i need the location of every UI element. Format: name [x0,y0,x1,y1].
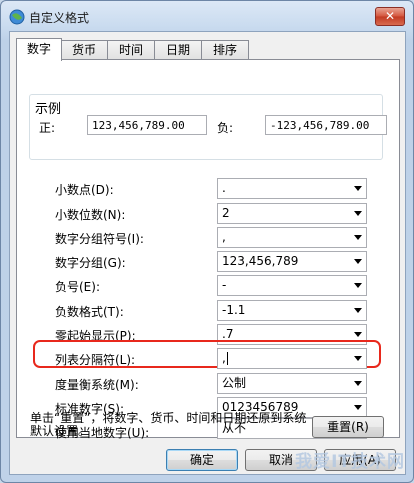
tab-currency[interactable]: 货币 [60,40,108,59]
chevron-down-icon[interactable] [354,405,362,410]
title-bar[interactable]: 自定义格式 ✕ [1,1,413,31]
list-separator-value[interactable]: , [222,349,226,368]
chevron-down-icon[interactable] [354,235,362,240]
decimal-symbol-combo[interactable]: . [217,178,367,199]
chevron-down-icon[interactable] [354,283,362,288]
watermark: 我爱IT技术网 [295,452,405,472]
chevron-down-icon[interactable] [354,381,362,386]
negative-format-label: 负数格式(T): [55,305,124,319]
chevron-down-icon[interactable] [354,186,362,191]
ok-button[interactable]: 确定 [166,449,238,471]
digit-grouping-symbol-label: 数字分组符号(I): [55,232,144,246]
text-caret [226,352,228,365]
decimal-digits-combo[interactable]: 2 [217,203,367,224]
dialog-window: 自定义格式 ✕ 数字 货币 时间 日期 排序 示例 正: 123,456,789… [0,0,414,483]
decimal-symbol-label: 小数点(D): [55,183,114,197]
digit-grouping-label: 数字分组(G): [55,256,126,270]
tab-sort[interactable]: 排序 [201,40,249,59]
negative-format-value: -1.1 [222,303,246,317]
negative-format-combo[interactable]: -1.1 [217,300,367,321]
negative-sign-combo[interactable]: - [217,275,367,296]
negative-label: 负: [217,121,234,135]
positive-sample-field: 123,456,789.00 [87,115,207,135]
chevron-down-icon[interactable] [354,259,362,264]
chevron-down-icon[interactable] [354,356,362,361]
tab-time[interactable]: 时间 [107,40,155,59]
chevron-down-icon[interactable] [354,332,362,337]
reset-note: 单击“重置”，将数字、货币、时间和日期还原到系统默认设置。 [30,411,307,438]
negative-sign-value: - [222,278,227,292]
decimal-digits-label: 小数位数(N): [55,208,126,222]
close-button[interactable]: ✕ [375,7,405,26]
digit-grouping-value: 123,456,789 [222,254,299,268]
list-separator-label: 列表分隔符(L): [55,353,136,367]
chevron-down-icon[interactable] [354,211,362,216]
window-title: 自定义格式 [29,11,90,25]
digit-grouping-symbol-value: , [222,230,226,244]
decimal-digits-value: 2 [222,206,230,220]
sample-group-title: 示例 [33,98,64,117]
measurement-system-value: 公制 [222,376,247,390]
close-icon: ✕ [384,9,396,23]
negative-sample-field: -123,456,789.00 [265,115,387,135]
dialog-client: 数字 货币 时间 日期 排序 示例 正: 123,456,789.00 负: -… [9,31,406,475]
digit-grouping-combo[interactable]: 123,456,789 [217,251,367,272]
tab-date[interactable]: 日期 [154,40,202,59]
reset-button[interactable]: 重置(R) [312,416,384,438]
globe-icon [9,9,25,25]
measurement-system-label: 度量衡系统(M): [55,378,139,392]
positive-label: 正: [39,121,56,135]
chevron-down-icon[interactable] [354,308,362,313]
negative-sign-label: 负号(E): [55,280,100,294]
decimal-symbol-value: . [222,181,226,195]
number-tab-panel: 示例 正: 123,456,789.00 负: -123,456,789.00 … [16,59,400,440]
list-separator-combo[interactable]: , [217,348,367,369]
tab-number[interactable]: 数字 [16,38,62,61]
measurement-system-combo[interactable]: 公制 [217,373,367,394]
digit-grouping-symbol-combo[interactable]: , [217,227,367,248]
